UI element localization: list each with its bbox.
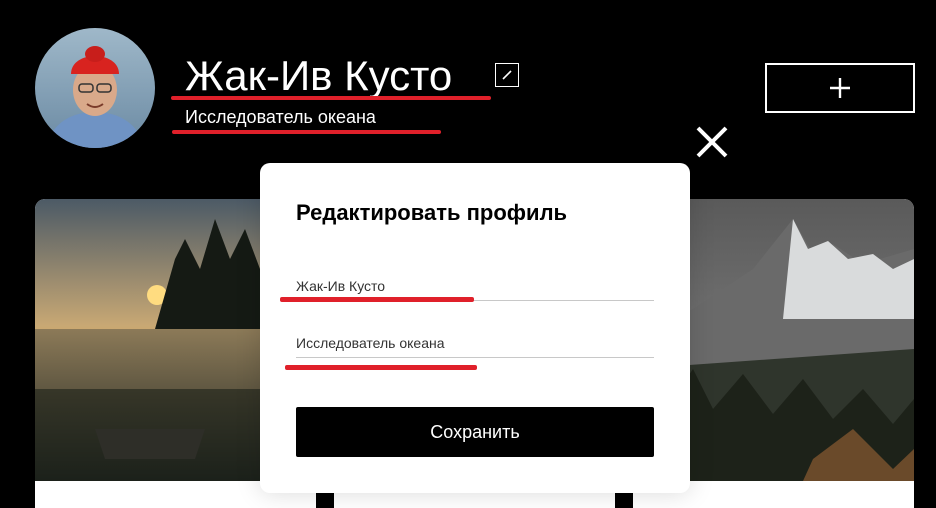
popup-close-button[interactable]: [692, 122, 732, 162]
popup-title: Редактировать профиль: [296, 200, 568, 225]
save-button[interactable]: Сохранить: [296, 407, 654, 457]
close-icon: [696, 126, 728, 158]
about-input-underline: [285, 365, 477, 370]
edit-profile-popup: Редактировать профиль Сохранить: [260, 163, 690, 493]
popup-overlay: Редактировать профиль Сохранить: [0, 0, 936, 508]
name-input-underline: [280, 297, 474, 302]
about-input[interactable]: [296, 328, 654, 358]
